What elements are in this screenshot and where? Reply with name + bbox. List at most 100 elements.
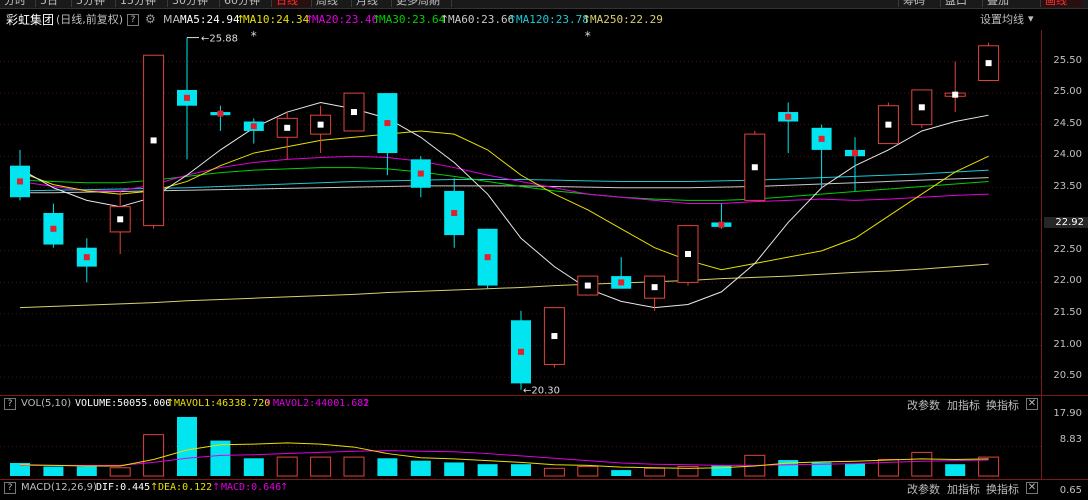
volume-bar <box>243 458 264 476</box>
switch-indicator-button[interactable]: 换指标 <box>986 481 1019 497</box>
candle <box>477 228 498 289</box>
tab-tool-2[interactable]: 叠加 <box>982 0 1024 7</box>
volume-bar <box>276 456 298 477</box>
candle <box>410 156 431 198</box>
candle-marker <box>317 121 324 128</box>
candle-marker <box>751 164 758 171</box>
candle-marker <box>551 333 558 340</box>
candle <box>944 61 966 113</box>
candlestick-chart[interactable]: ←25.88←20.30* * <box>0 30 1088 396</box>
candle-marker <box>351 109 357 116</box>
volume-bar <box>343 456 365 477</box>
axis-tick: 25.00 <box>1053 86 1082 98</box>
period-tab-bar: 分时 5日 5分钟 15分钟 30分钟 60分钟 日线 周线 月线 更多周期 筹码 盘口 叠加 画线 <box>0 0 1088 9</box>
candle-marker <box>284 124 291 131</box>
candle-marker <box>184 94 190 101</box>
candle-marker <box>484 254 491 261</box>
candle-marker <box>50 225 57 232</box>
candle-marker <box>685 251 691 258</box>
chart-mode-label[interactable]: (日线,前复权) <box>56 13 123 27</box>
tab-tool-3[interactable]: 画线 <box>1040 0 1082 7</box>
macd-axis: 0.65 <box>1042 480 1088 500</box>
candle <box>543 307 565 368</box>
tab-period-2[interactable]: 5分钟 <box>72 0 116 7</box>
volume-bar <box>845 463 865 476</box>
tab-period-5[interactable]: 60分钟 <box>220 0 272 7</box>
axis-tick: 25.50 <box>1053 54 1082 66</box>
tab-period-8[interactable]: 月线 <box>352 0 392 7</box>
high-price-label: ←25.88 <box>201 34 238 45</box>
volume-axis: 17.90 8.83 <box>1042 396 1088 480</box>
candle <box>109 190 131 255</box>
volume-bar <box>76 466 97 476</box>
tab-tool-1[interactable]: 盘口 <box>940 0 982 7</box>
candle-marker <box>885 121 892 128</box>
add-indicator-button[interactable]: 加指标 <box>947 481 980 497</box>
axis-tick: 24.00 <box>1053 149 1082 161</box>
volume-bar <box>543 467 565 477</box>
edit-params-button[interactable]: 改参数 <box>907 481 940 497</box>
tab-period-0[interactable]: 分时 <box>0 0 36 7</box>
tab-period-7[interactable]: 周线 <box>312 0 352 7</box>
macd-value: MACD:0.646 <box>221 482 282 493</box>
tab-period-4[interactable]: 30分钟 <box>168 0 220 7</box>
volume-chart[interactable] <box>0 396 1088 480</box>
dif-value: DIF:0.445 <box>96 482 151 493</box>
ma5-value: MA5:24.94 <box>180 13 240 26</box>
ma-label: MA <box>163 13 181 26</box>
axis-tick: 23.50 <box>1053 180 1082 192</box>
event-marker-icon: * <box>251 30 257 43</box>
candle <box>577 275 599 296</box>
candle-marker <box>818 135 825 142</box>
candle-marker <box>117 216 124 223</box>
axis-tick: 17.90 <box>1053 408 1082 419</box>
chevron-down-icon[interactable]: ▾ <box>1028 12 1034 26</box>
tab-period-6[interactable]: 日线 <box>272 0 312 7</box>
candle-marker <box>451 210 458 216</box>
volume-bar <box>410 460 431 476</box>
help-icon[interactable]: ? <box>127 14 139 26</box>
candle <box>511 310 531 390</box>
dea-value: DEA:0.122 <box>158 482 213 493</box>
tab-period-3[interactable]: 15分钟 <box>116 0 168 7</box>
candle <box>711 203 732 229</box>
volume-bar <box>477 464 498 476</box>
tab-period-1[interactable]: 5日 <box>36 0 72 7</box>
volume-bar <box>644 467 666 477</box>
candle <box>43 203 64 248</box>
ma10-value: MA10:24.34 <box>243 13 310 26</box>
candle <box>877 102 899 145</box>
tab-tool-0[interactable]: 筹码 <box>898 0 940 7</box>
candle-marker <box>985 60 992 67</box>
candle-marker <box>618 279 625 286</box>
price-axis: 25.50 25.00 24.50 24.00 23.50 22.92 22.50 22.00… <box>1042 30 1088 396</box>
candle <box>76 238 97 283</box>
candle-marker <box>250 123 257 130</box>
candle <box>177 37 197 160</box>
macd-title[interactable]: MACD(12,26,9) <box>21 482 97 493</box>
gear-icon[interactable]: ⚙ <box>145 12 156 26</box>
ma-settings-link[interactable]: 设置均线 <box>980 13 1024 27</box>
tab-period-9[interactable]: 更多周期 <box>392 0 452 7</box>
volume-bar <box>177 416 197 476</box>
axis-tick: 0.65 <box>1059 485 1082 496</box>
candle-marker <box>17 178 23 185</box>
stock-name: 彩虹集团 <box>6 13 55 27</box>
volume-bar <box>611 470 632 476</box>
candle <box>911 89 933 128</box>
candle <box>677 225 699 286</box>
candle <box>611 257 632 289</box>
current-price-tag: 22.92 <box>1044 217 1088 229</box>
volume-bar <box>945 464 966 476</box>
candle <box>343 92 365 132</box>
ma30-line <box>19 167 989 201</box>
mavol2-line <box>20 450 989 466</box>
indicator-info-bar: 彩虹集团 (日线,前复权) ? ⚙ MA MA5:24.94 ↑ MA10:24… <box>0 9 1088 31</box>
arrow-up-icon: ↑ <box>280 482 289 493</box>
axis-tick: 22.00 <box>1053 275 1082 287</box>
ma5-line <box>19 102 989 309</box>
candle-marker <box>852 150 858 157</box>
candle-marker <box>83 254 90 261</box>
help-icon[interactable]: ? <box>4 482 16 494</box>
close-icon[interactable]: ✕ <box>1026 482 1038 494</box>
